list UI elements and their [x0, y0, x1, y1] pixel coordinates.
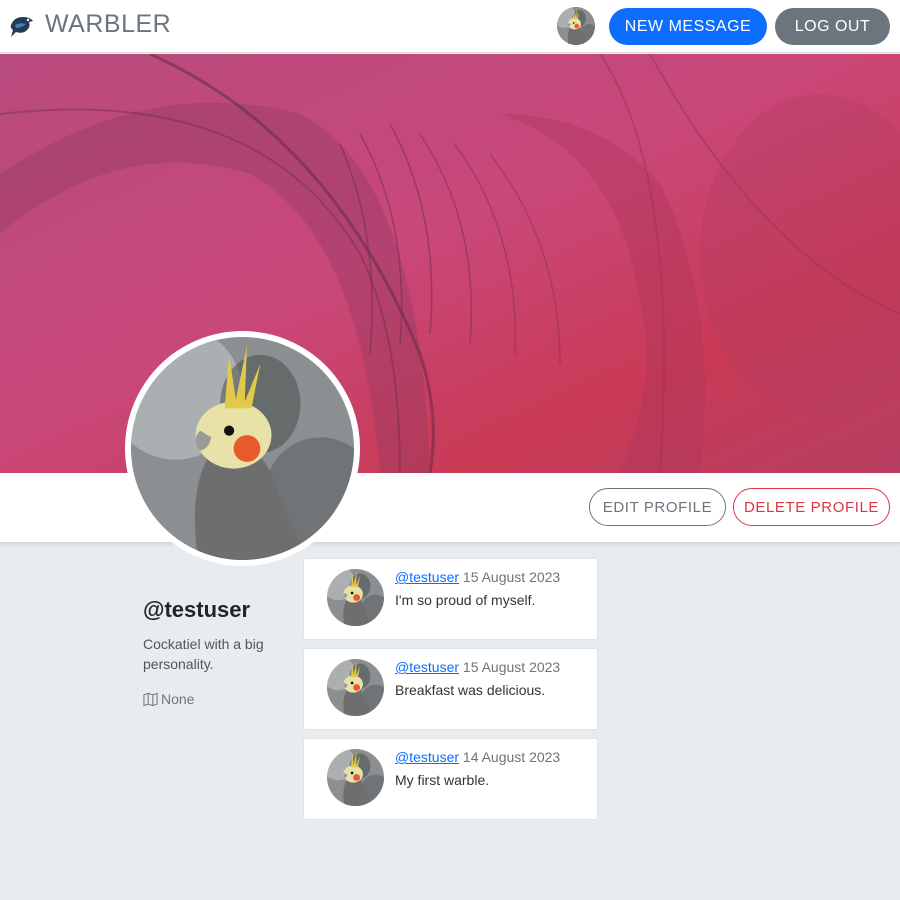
message-text: My first warble.: [395, 772, 490, 788]
nav-avatar[interactable]: [557, 7, 595, 45]
message-card[interactable]: @testuser 15 August 2023 I'm so proud of…: [303, 558, 598, 640]
message-date: 15 August 2023: [462, 659, 561, 675]
message-date: 14 August 2023: [462, 749, 561, 765]
message-avatar[interactable]: [327, 749, 384, 806]
logout-button[interactable]: LOG OUT: [775, 8, 890, 45]
message-header: @testuser 15 August 2023: [395, 569, 560, 585]
message-text: I'm so proud of myself.: [395, 592, 536, 608]
profile-bio: Cockatiel with a big personality.: [143, 636, 264, 672]
message-avatar[interactable]: [327, 569, 384, 626]
message-card[interactable]: @testuser 15 August 2023 Breakfast was d…: [303, 648, 598, 730]
profile-location: None: [143, 691, 194, 707]
edit-profile-button[interactable]: EDIT PROFILE: [589, 488, 726, 526]
message-date: 15 August 2023: [462, 569, 561, 585]
delete-profile-button[interactable]: DELETE PROFILE: [733, 488, 890, 526]
profile-avatar: [125, 331, 360, 566]
message-text: Breakfast was delicious.: [395, 682, 546, 698]
message-header: @testuser 15 August 2023: [395, 659, 560, 675]
new-message-button[interactable]: NEW MESSAGE: [609, 8, 767, 45]
message-username-link[interactable]: @testuser: [395, 659, 459, 675]
warbler-logo-icon: [8, 11, 36, 39]
location-text: None: [161, 691, 195, 707]
message-username-link[interactable]: @testuser: [395, 569, 459, 585]
map-icon: [143, 692, 158, 706]
navbar: WARBLER NEW MESSAGE LOG OUT: [0, 0, 900, 53]
brand-link[interactable]: WARBLER: [8, 10, 171, 39]
profile-username: @testuser: [143, 597, 251, 622]
message-header: @testuser 14 August 2023: [395, 749, 560, 765]
message-card[interactable]: @testuser 14 August 2023 My first warble…: [303, 738, 598, 820]
brand-name: WARBLER: [45, 10, 172, 38]
message-avatar[interactable]: [327, 659, 384, 716]
message-username-link[interactable]: @testuser: [395, 749, 459, 765]
